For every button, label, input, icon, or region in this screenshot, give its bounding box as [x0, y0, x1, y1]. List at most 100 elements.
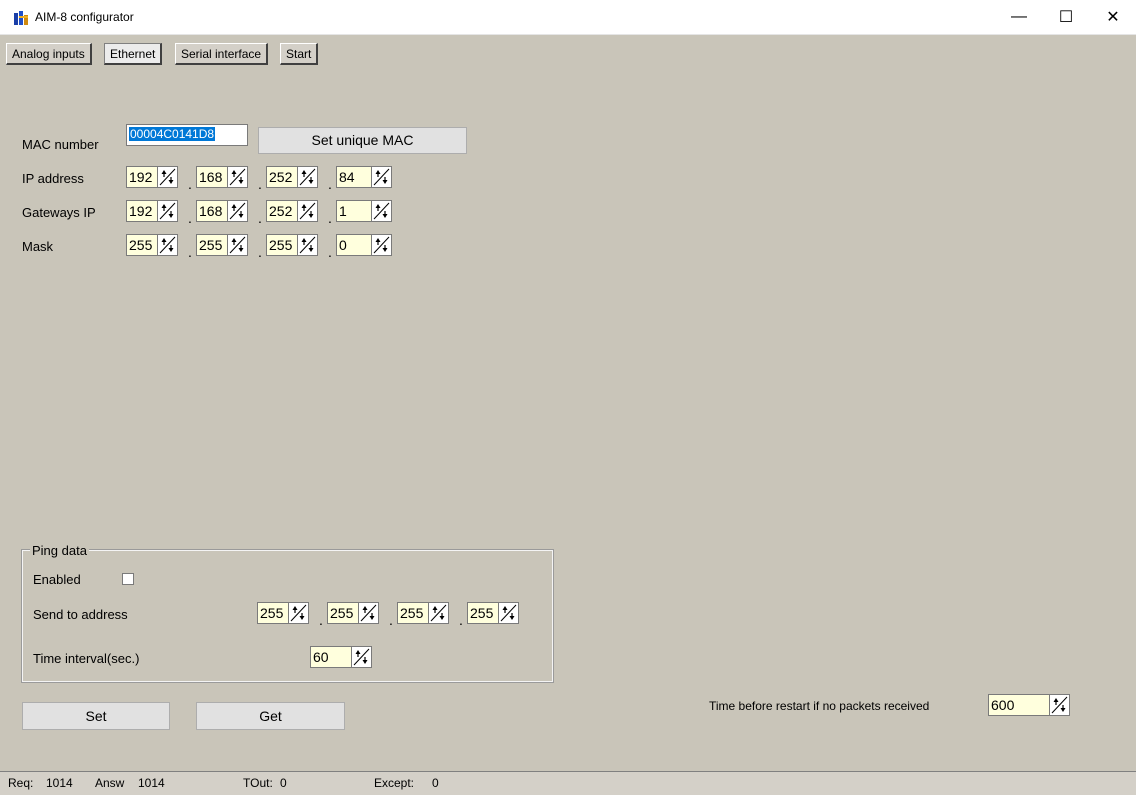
minimize-icon: — — [1011, 8, 1027, 25]
ip-octet-4[interactable]: 84 — [336, 166, 392, 188]
mac-label: MAC number — [22, 137, 99, 152]
tab-analog-inputs[interactable]: Analog inputs — [6, 43, 92, 65]
mask-octet-3-value[interactable]: 255 — [266, 234, 298, 256]
send-to-label: Send to address — [33, 607, 128, 622]
except-value: 0 — [432, 776, 439, 790]
spin-arrows-icon[interactable] — [1050, 694, 1070, 716]
answ-label: Answ — [95, 776, 125, 790]
enabled-checkbox[interactable] — [122, 573, 134, 585]
ip-separator: . — [389, 612, 393, 628]
gateway-octet-4-value[interactable]: 1 — [336, 200, 372, 222]
enabled-label: Enabled — [33, 572, 81, 587]
spin-arrows-icon[interactable] — [298, 200, 318, 222]
set-unique-mac-button[interactable]: Set unique MAC — [258, 127, 467, 154]
ip-separator: . — [258, 244, 262, 260]
spin-arrows-icon[interactable] — [298, 234, 318, 256]
spin-arrows-icon[interactable] — [228, 234, 248, 256]
get-button[interactable]: Get — [196, 702, 345, 730]
send-to-octet-3-value[interactable]: 255 — [397, 602, 429, 624]
ip-separator: . — [319, 612, 323, 628]
window-title: AIM-8 configurator — [35, 10, 134, 24]
mask-octet-4[interactable]: 0 — [336, 234, 392, 256]
tab-start[interactable]: Start — [280, 43, 319, 65]
spin-arrows-icon[interactable] — [372, 200, 392, 222]
send-to-octet-4-value[interactable]: 255 — [467, 602, 499, 624]
title-bar: AIM-8 configurator — ☐ ✕ — [0, 0, 1136, 35]
spin-arrows-icon[interactable] — [352, 646, 372, 668]
close-icon: ✕ — [1106, 9, 1120, 26]
ip-octet-1-value[interactable]: 192 — [126, 166, 158, 188]
ip-separator: . — [188, 176, 192, 192]
ip-label: IP address — [22, 171, 84, 186]
send-to-octet-4[interactable]: 255 — [467, 602, 519, 624]
ip-octet-2-value[interactable]: 168 — [196, 166, 228, 188]
send-to-octet-2-value[interactable]: 255 — [327, 602, 359, 624]
gateway-octet-4[interactable]: 1 — [336, 200, 392, 222]
mask-octet-4-value[interactable]: 0 — [336, 234, 372, 256]
spin-arrows-icon[interactable] — [429, 602, 449, 624]
spin-arrows-icon[interactable] — [359, 602, 379, 624]
ip-separator: . — [188, 210, 192, 226]
interval-label: Time interval(sec.) — [33, 651, 140, 666]
interval-spin[interactable]: 60 — [310, 646, 372, 668]
ip-separator: . — [328, 210, 332, 226]
req-value: 1014 — [46, 776, 73, 790]
ip-separator: . — [258, 176, 262, 192]
ip-octet-3[interactable]: 252 — [266, 166, 318, 188]
set-button[interactable]: Set — [22, 702, 170, 730]
tout-value: 0 — [280, 776, 287, 790]
spin-arrows-icon[interactable] — [158, 200, 178, 222]
mask-octet-1[interactable]: 255 — [126, 234, 178, 256]
ip-octet-3-value[interactable]: 252 — [266, 166, 298, 188]
gateway-octet-3[interactable]: 252 — [266, 200, 318, 222]
spin-arrows-icon[interactable] — [289, 602, 309, 624]
spin-arrows-icon[interactable] — [158, 166, 178, 188]
close-button[interactable]: ✕ — [1090, 0, 1136, 34]
tab-serial-interface[interactable]: Serial interface — [175, 43, 269, 65]
spin-arrows-icon[interactable] — [499, 602, 519, 624]
send-to-octet-1[interactable]: 255 — [257, 602, 309, 624]
restart-timeout-spin[interactable]: 600 — [988, 694, 1070, 716]
app-icon — [14, 11, 28, 25]
gateway-octet-3-value[interactable]: 252 — [266, 200, 298, 222]
interval-value[interactable]: 60 — [310, 646, 352, 668]
tout-label: TOut: — [243, 776, 273, 790]
mask-octet-1-value[interactable]: 255 — [126, 234, 158, 256]
send-to-octet-3[interactable]: 255 — [397, 602, 449, 624]
mask-octet-2[interactable]: 255 — [196, 234, 248, 256]
maximize-button[interactable]: ☐ — [1043, 0, 1089, 34]
maximize-icon: ☐ — [1058, 9, 1074, 26]
restart-timeout-value[interactable]: 600 — [988, 694, 1050, 716]
ip-separator: . — [258, 210, 262, 226]
gateway-octet-2[interactable]: 168 — [196, 200, 248, 222]
mask-octet-3[interactable]: 255 — [266, 234, 318, 256]
gateway-octet-2-value[interactable]: 168 — [196, 200, 228, 222]
spin-arrows-icon[interactable] — [372, 234, 392, 256]
send-to-octet-1-value[interactable]: 255 — [257, 602, 289, 624]
ip-separator: . — [328, 176, 332, 192]
gateway-octet-1[interactable]: 192 — [126, 200, 178, 222]
status-bar: Req: 1014 Answ 1014 TOut: 0 Except: 0 — [0, 771, 1136, 795]
mask-label: Mask — [22, 239, 54, 254]
ping-group-title: Ping data — [30, 543, 89, 558]
mask-octet-2-value[interactable]: 255 — [196, 234, 228, 256]
spin-arrows-icon[interactable] — [158, 234, 178, 256]
client-area: Analog inputs Ethernet Serial interface … — [0, 35, 1136, 795]
ip-octet-2[interactable]: 168 — [196, 166, 248, 188]
restart-timeout-label: Time before restart if no packets receiv… — [709, 699, 930, 713]
except-label: Except: — [374, 776, 415, 790]
spin-arrows-icon[interactable] — [228, 166, 248, 188]
minimize-button[interactable]: — — [996, 0, 1042, 34]
spin-arrows-icon[interactable] — [372, 166, 392, 188]
mac-input[interactable]: 00004C0141D8 — [126, 124, 248, 146]
ip-octet-4-value[interactable]: 84 — [336, 166, 372, 188]
ip-separator: . — [459, 612, 463, 628]
spin-arrows-icon[interactable] — [228, 200, 248, 222]
req-label: Req: — [8, 776, 34, 790]
mac-value: 00004C0141D8 — [129, 127, 216, 141]
tab-ethernet[interactable]: Ethernet — [104, 43, 163, 65]
gateway-octet-1-value[interactable]: 192 — [126, 200, 158, 222]
send-to-octet-2[interactable]: 255 — [327, 602, 379, 624]
ip-octet-1[interactable]: 192 — [126, 166, 178, 188]
spin-arrows-icon[interactable] — [298, 166, 318, 188]
